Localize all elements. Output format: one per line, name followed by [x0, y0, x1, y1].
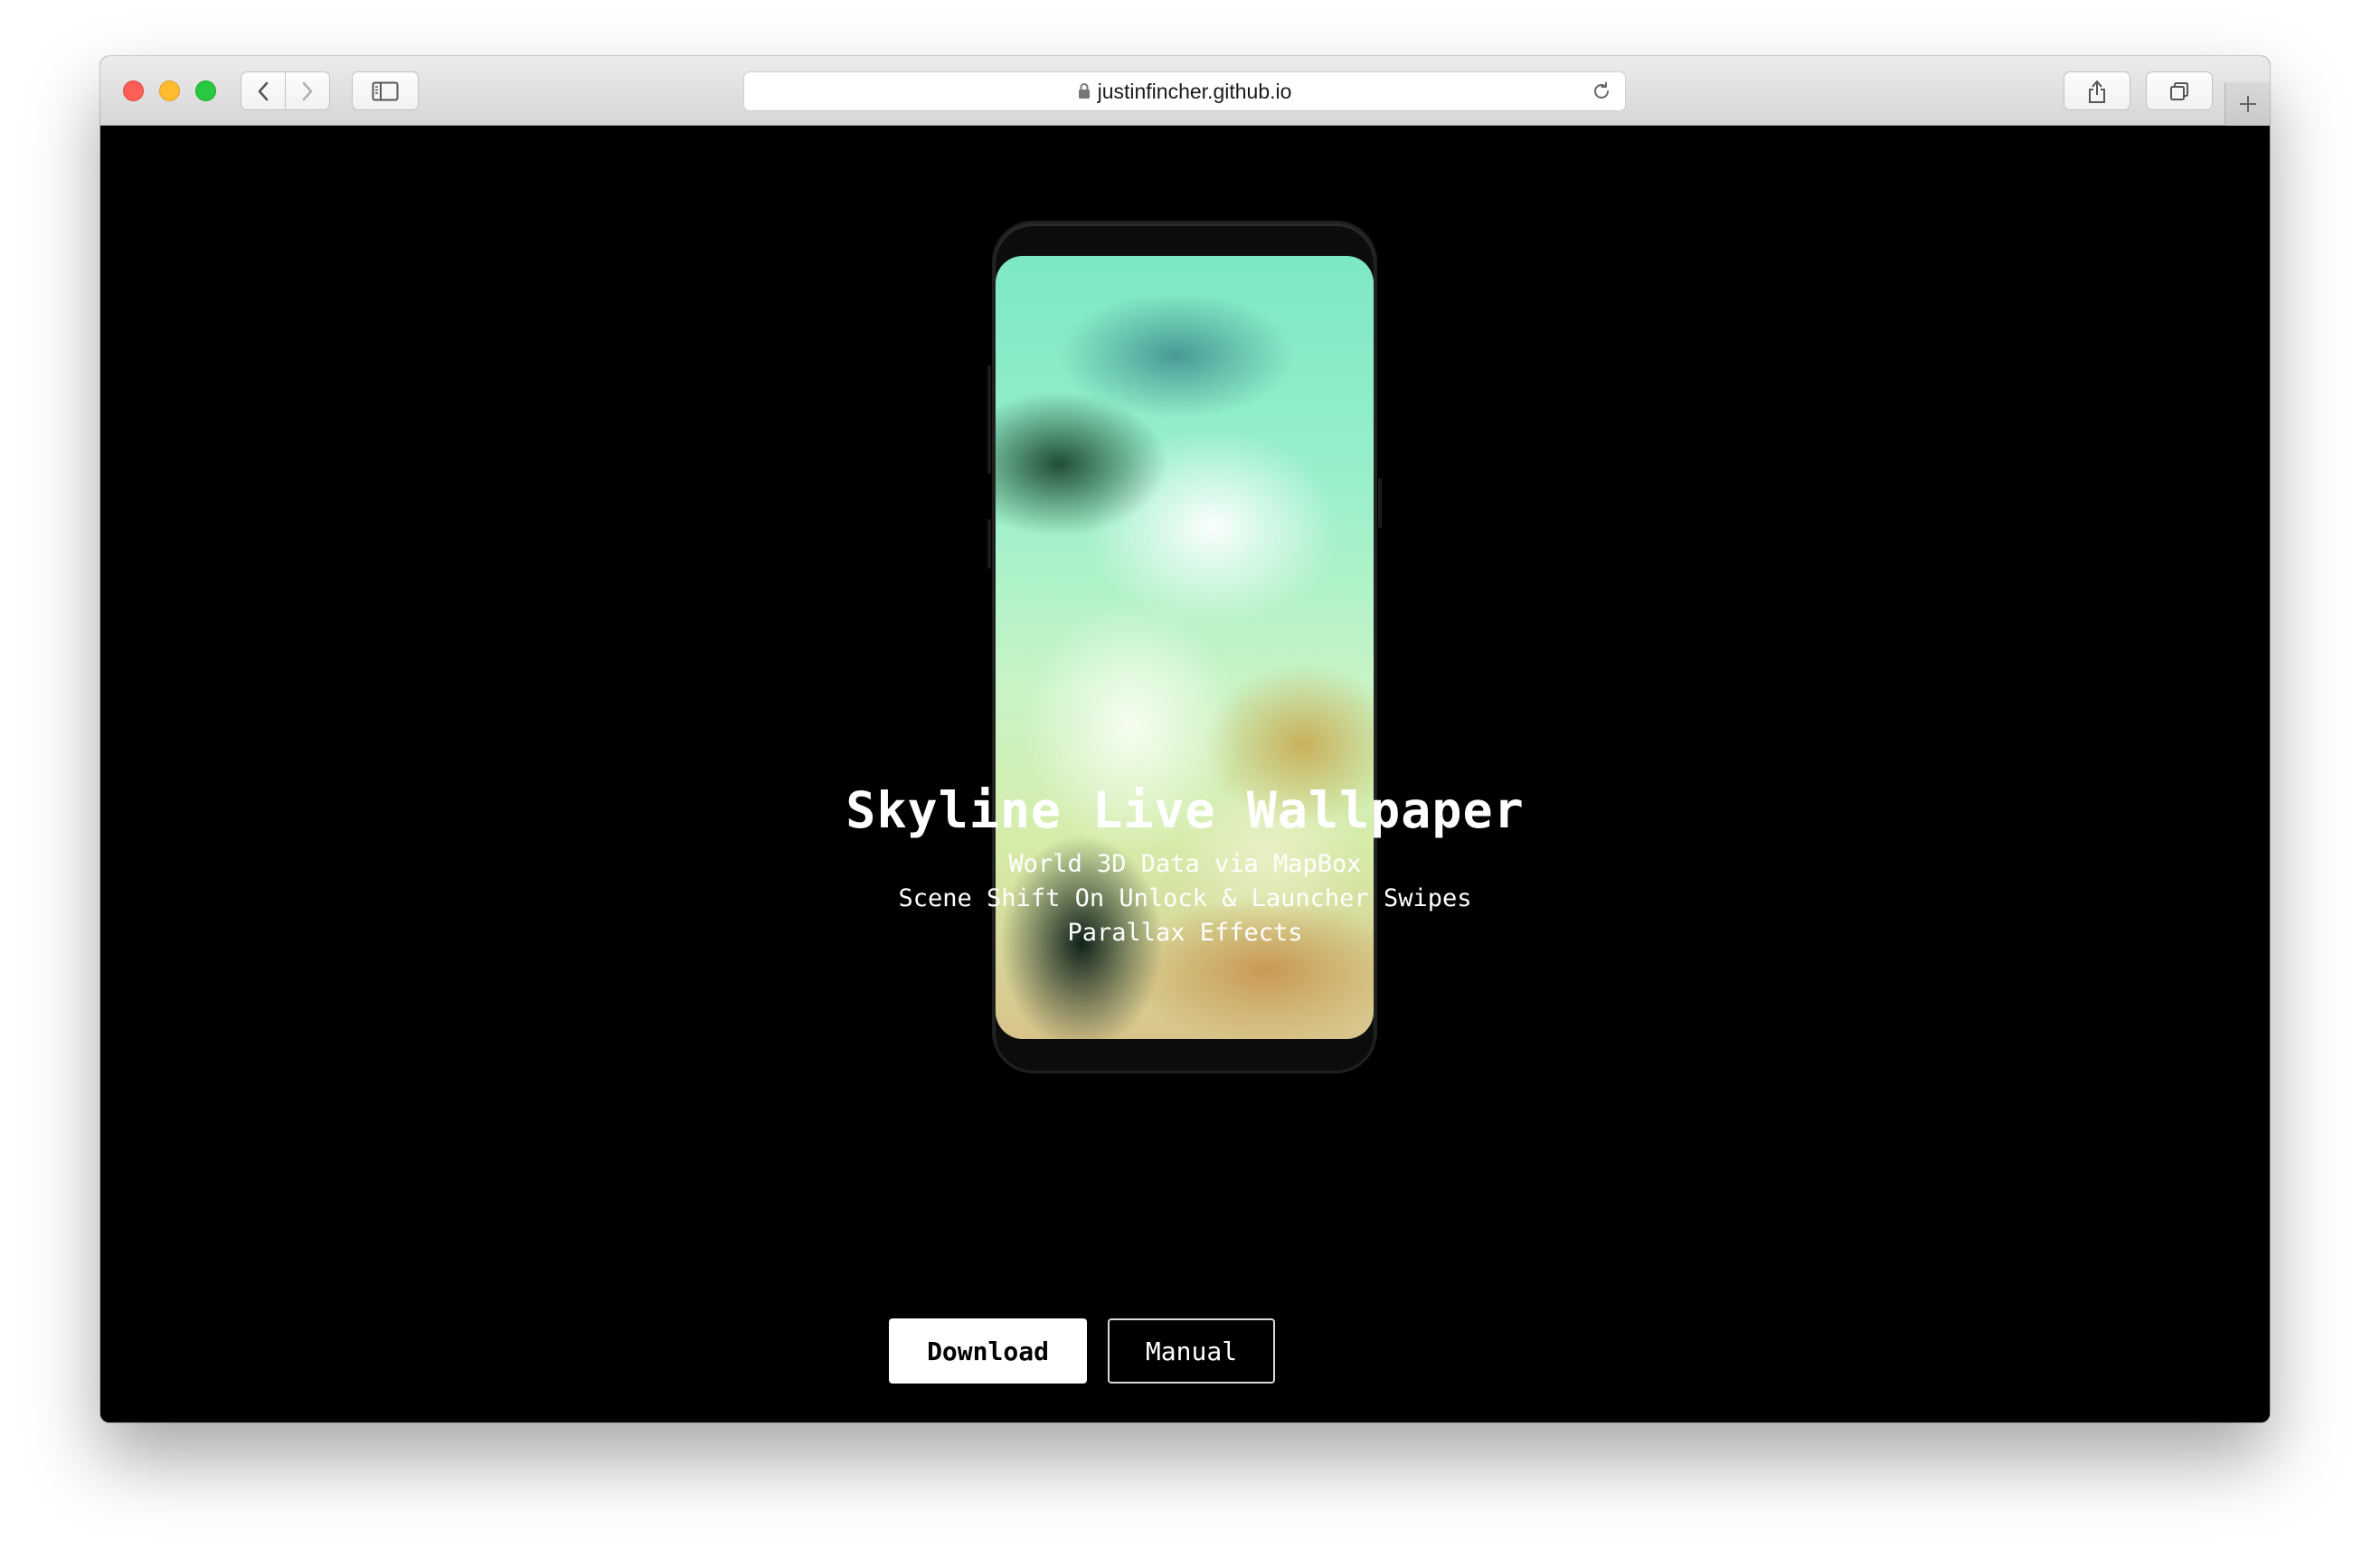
new-tab-button[interactable]: [2225, 82, 2270, 126]
tab-overview-button[interactable]: [2146, 71, 2213, 110]
back-button[interactable]: [241, 71, 286, 110]
chevron-right-icon: [302, 81, 313, 100]
plus-icon: [2239, 96, 2256, 112]
share-icon: [2089, 80, 2105, 103]
page-title: Skyline Live Wallpaper: [845, 781, 1525, 839]
phone-side-button: [987, 519, 991, 569]
reload-icon[interactable]: [1591, 80, 1612, 102]
lock-icon: [1078, 83, 1090, 99]
chevron-left-icon: [258, 81, 269, 100]
feature-item: Parallax Effects: [1067, 919, 1303, 947]
forward-button[interactable]: [285, 71, 330, 110]
browser-window: justinfincher.github.io Skyline Live Wal…: [100, 56, 2270, 1422]
close-window-button[interactable]: [123, 80, 144, 101]
minimize-window-button[interactable]: [159, 80, 180, 101]
phone-side-button: [1378, 478, 1382, 528]
feature-item: World 3D Data via MapBox: [1008, 850, 1362, 878]
feature-list: World 3D Data via MapBox Scene Shift On …: [100, 847, 2270, 950]
address-bar[interactable]: justinfincher.github.io: [743, 71, 1626, 111]
download-button[interactable]: Download: [889, 1318, 1087, 1384]
maximize-window-button[interactable]: [195, 80, 216, 101]
page-content: Skyline Live Wallpaper World 3D Data via…: [100, 126, 2270, 1422]
browser-toolbar: justinfincher.github.io: [100, 56, 2270, 126]
feature-item: Scene Shift On Unlock & Launcher Swipes: [898, 884, 1472, 912]
sidebar-icon: [372, 81, 399, 100]
url-text: justinfincher.github.io: [1097, 79, 1292, 103]
manual-button[interactable]: Manual: [1108, 1318, 1275, 1384]
tabs-overview-icon: [2170, 81, 2188, 100]
sidebar-toggle-button[interactable]: [352, 71, 419, 110]
share-button[interactable]: [2064, 71, 2130, 110]
phone-side-button: [987, 365, 991, 474]
